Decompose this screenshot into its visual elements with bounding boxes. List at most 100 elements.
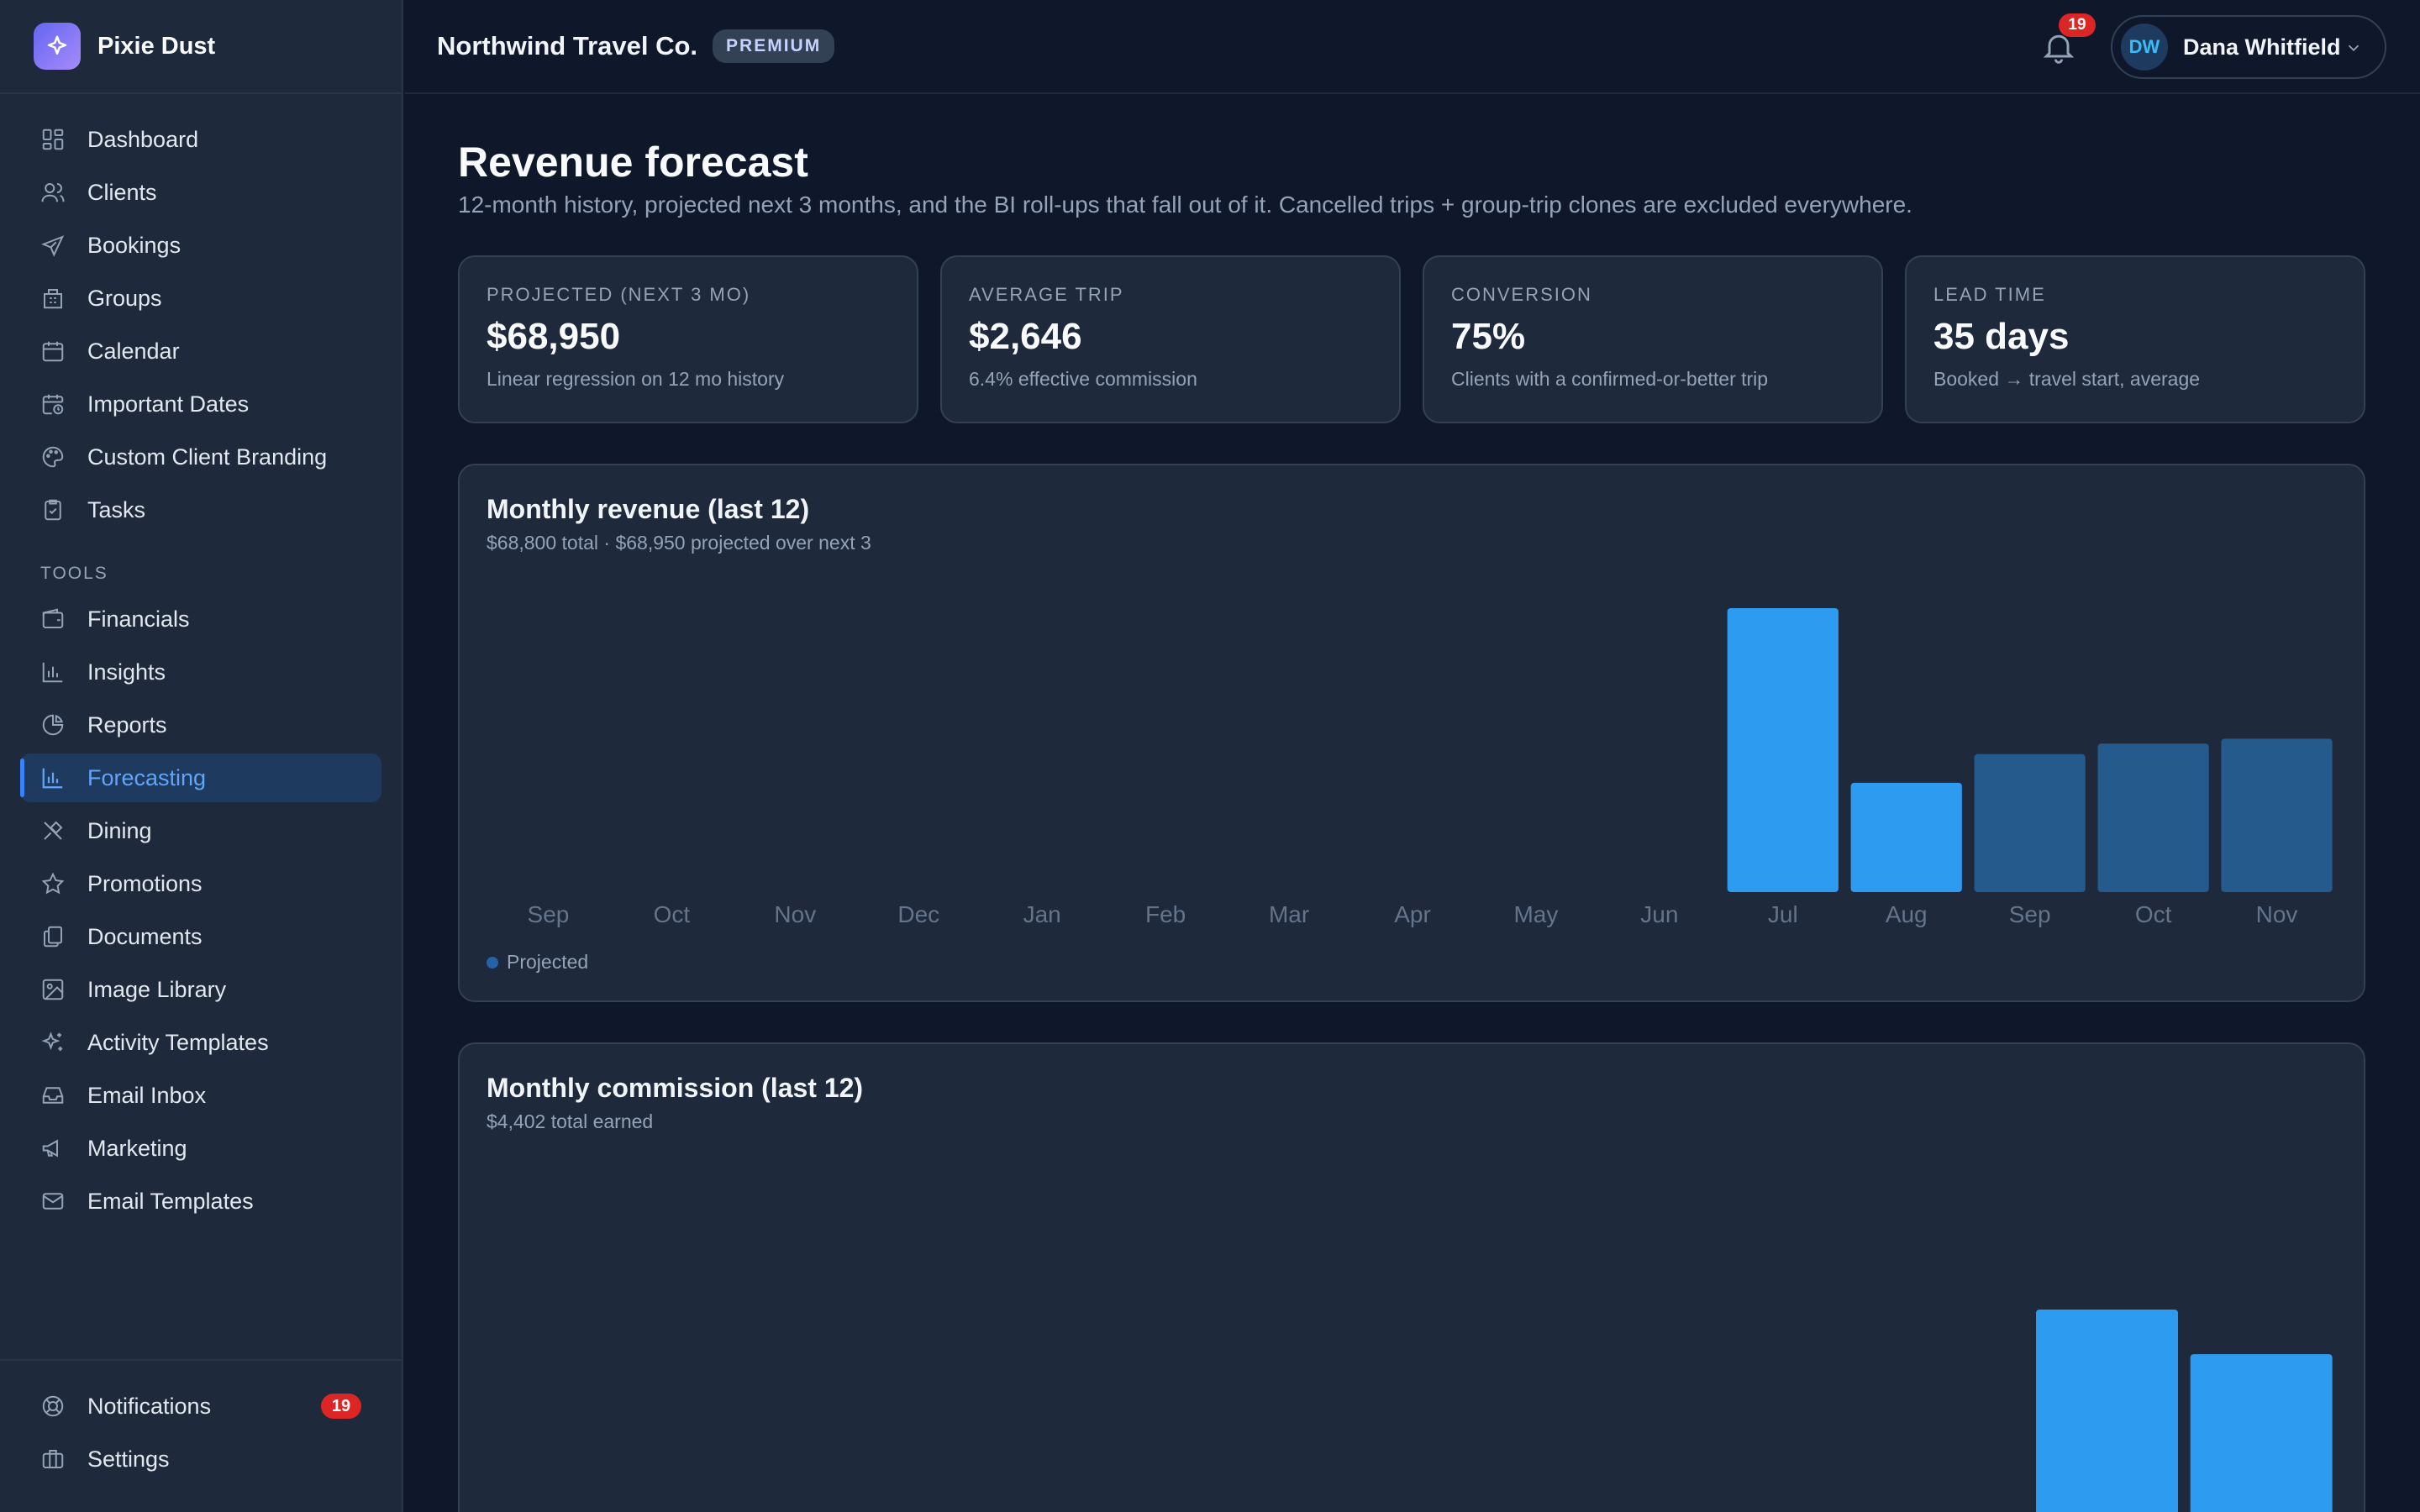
main-content: Revenue forecast 12-month history, proje… bbox=[458, 94, 2365, 1512]
legend-swatch bbox=[487, 956, 498, 969]
star-icon bbox=[41, 872, 65, 895]
nav-item-groups[interactable]: Groups bbox=[20, 274, 381, 323]
inbox-icon bbox=[42, 1087, 64, 1104]
nav-item-bookings[interactable]: Bookings bbox=[20, 221, 381, 270]
nav-item-financials[interactable]: Financials bbox=[20, 595, 381, 643]
nav-label: Custom Client Branding bbox=[87, 444, 328, 470]
stat-card-average-trip: AVERAGE TRIP $2,646 6.4% effective commi… bbox=[940, 255, 1401, 423]
chevron-down-icon bbox=[2348, 45, 2360, 52]
main-nav: Dashboard Clients Bookings Groups Calend… bbox=[0, 94, 402, 1226]
nav-label: Dashboard bbox=[87, 126, 199, 152]
nav-item-calendar[interactable]: Calendar bbox=[20, 327, 381, 375]
nav-item-promotions[interactable]: Promotions bbox=[20, 859, 381, 908]
files-icon bbox=[44, 926, 62, 948]
nav-item-documents[interactable]: Documents bbox=[20, 912, 381, 961]
nav-label: Settings bbox=[87, 1446, 170, 1472]
palette-icon bbox=[42, 446, 64, 468]
sidebar-bottom: Notifications 19 Settings bbox=[0, 1359, 402, 1488]
x-tick-label: Dec bbox=[897, 901, 939, 927]
sparkle-logo-icon bbox=[34, 23, 81, 70]
stat-value: 35 days bbox=[1933, 316, 2070, 357]
stat-value: 75% bbox=[1451, 316, 1526, 357]
nav-label: Promotions bbox=[87, 870, 203, 896]
projected-bar bbox=[1974, 753, 2086, 892]
stat-note: 6.4% effective commission bbox=[969, 368, 1197, 390]
stat-value: $2,646 bbox=[969, 316, 1082, 357]
card-title: Monthly commission (last 12) bbox=[487, 1073, 864, 1103]
x-tick-label: Jun bbox=[1640, 901, 1678, 927]
bar-chart-icon bbox=[42, 662, 63, 683]
stat-card-projected: PROJECTED (NEXT 3 MO) $68,950 Linear reg… bbox=[458, 255, 918, 423]
x-tick-label: Apr bbox=[1394, 901, 1431, 927]
utensils-icon bbox=[44, 821, 63, 840]
nav-item-email-templates[interactable]: Email Templates bbox=[20, 1177, 381, 1226]
briefcase-icon bbox=[42, 1450, 64, 1468]
nav-item-marketing[interactable]: Marketing bbox=[20, 1124, 381, 1173]
tools-heading: TOOLS bbox=[40, 564, 108, 583]
nav-label: Insights bbox=[87, 659, 166, 685]
nav-label: Calendar bbox=[87, 338, 180, 364]
nav-label: Bookings bbox=[87, 232, 182, 258]
avatar: DW bbox=[2121, 24, 2168, 71]
users-icon bbox=[41, 183, 65, 202]
mail-icon bbox=[42, 1193, 64, 1210]
sparkles-icon bbox=[41, 1032, 63, 1051]
x-tick-label: Nov bbox=[2256, 901, 2298, 927]
x-tick-label: Nov bbox=[774, 901, 816, 927]
user-menu-button[interactable]: DW Dana Whitfield bbox=[2111, 15, 2386, 79]
nav-label: Dining bbox=[87, 817, 152, 843]
nav-item-image-library[interactable]: Image Library bbox=[20, 965, 381, 1014]
nav-item-tasks[interactable]: Tasks bbox=[20, 486, 381, 534]
nav-label: Documents bbox=[87, 923, 203, 949]
page-subtitle: 12-month history, projected next 3 month… bbox=[458, 192, 1912, 218]
user-name: Dana Whitfield bbox=[2183, 34, 2341, 60]
plane-icon bbox=[41, 235, 65, 257]
card-title: Monthly revenue (last 12) bbox=[487, 494, 810, 524]
nav-label: Activity Templates bbox=[87, 1029, 269, 1055]
stat-label: CONVERSION bbox=[1451, 284, 1592, 305]
nav-label: Clients bbox=[87, 179, 157, 205]
stat-card-conversion: CONVERSION 75% Clients with a confirmed-… bbox=[1423, 255, 1883, 423]
pie-chart-icon bbox=[42, 714, 64, 736]
stat-label: AVERAGE TRIP bbox=[969, 284, 1124, 305]
nav-item-reports[interactable]: Reports bbox=[20, 701, 381, 749]
stat-label: LEAD TIME bbox=[1933, 284, 2046, 305]
nav-item-forecasting[interactable]: Forecasting bbox=[20, 753, 381, 802]
notification-count-badge: 19 bbox=[321, 1394, 361, 1419]
revenue-bar bbox=[2036, 1310, 2178, 1512]
x-tick-label: May bbox=[1513, 901, 1558, 927]
stat-cards: PROJECTED (NEXT 3 MO) $68,950 Linear reg… bbox=[458, 255, 2365, 423]
nav-label: Forecasting bbox=[87, 764, 207, 790]
x-tick-label: Oct bbox=[654, 901, 691, 927]
projected-bar bbox=[2097, 743, 2209, 892]
nav-item-important-dates[interactable]: Important Dates bbox=[20, 380, 381, 428]
megaphone-icon bbox=[42, 1139, 58, 1158]
nav-label: Email Templates bbox=[87, 1188, 254, 1214]
nav-item-insights[interactable]: Insights bbox=[20, 648, 381, 696]
nav-item-settings[interactable]: Settings bbox=[20, 1435, 381, 1483]
stat-note: Clients with a confirmed-or-better trip bbox=[1451, 368, 1769, 390]
calendar-icon bbox=[42, 341, 64, 362]
stat-label: PROJECTED (NEXT 3 MO) bbox=[487, 284, 751, 305]
plan-badge: PREMIUM bbox=[713, 29, 835, 63]
nav-item-clients[interactable]: Clients bbox=[20, 168, 381, 217]
nav-item-dashboard[interactable]: Dashboard bbox=[20, 115, 381, 164]
image-icon bbox=[42, 979, 64, 1000]
nav-item-custom-client-branding[interactable]: Custom Client Branding bbox=[20, 433, 381, 481]
nav-item-email-inbox[interactable]: Email Inbox bbox=[20, 1071, 381, 1120]
page-title: Revenue forecast bbox=[458, 139, 808, 186]
nav-label: Financials bbox=[87, 606, 190, 632]
app-name: Pixie Dust bbox=[97, 32, 216, 60]
nav-item-notifications[interactable]: Notifications 19 bbox=[20, 1382, 381, 1431]
monthly-revenue-card: Monthly revenue (last 12) $68,800 total … bbox=[458, 464, 2365, 1002]
stat-note: Booked → travel start, average bbox=[1933, 368, 2201, 390]
stat-card-lead-time: LEAD TIME 35 days Booked → travel start,… bbox=[1905, 255, 2365, 423]
brand[interactable]: Pixie Dust bbox=[0, 0, 402, 94]
nav-label: Reports bbox=[87, 711, 167, 738]
nav-item-dining[interactable]: Dining bbox=[20, 806, 381, 855]
nav-label: Notifications bbox=[87, 1393, 212, 1419]
sidebar: Pixie Dust Dashboard Clients Bookings Gr… bbox=[0, 0, 403, 1512]
card-subtitle: $68,800 total · $68,950 projected over n… bbox=[487, 532, 871, 554]
nav-item-activity-templates[interactable]: Activity Templates bbox=[20, 1018, 381, 1067]
projected-bar bbox=[2221, 738, 2333, 892]
